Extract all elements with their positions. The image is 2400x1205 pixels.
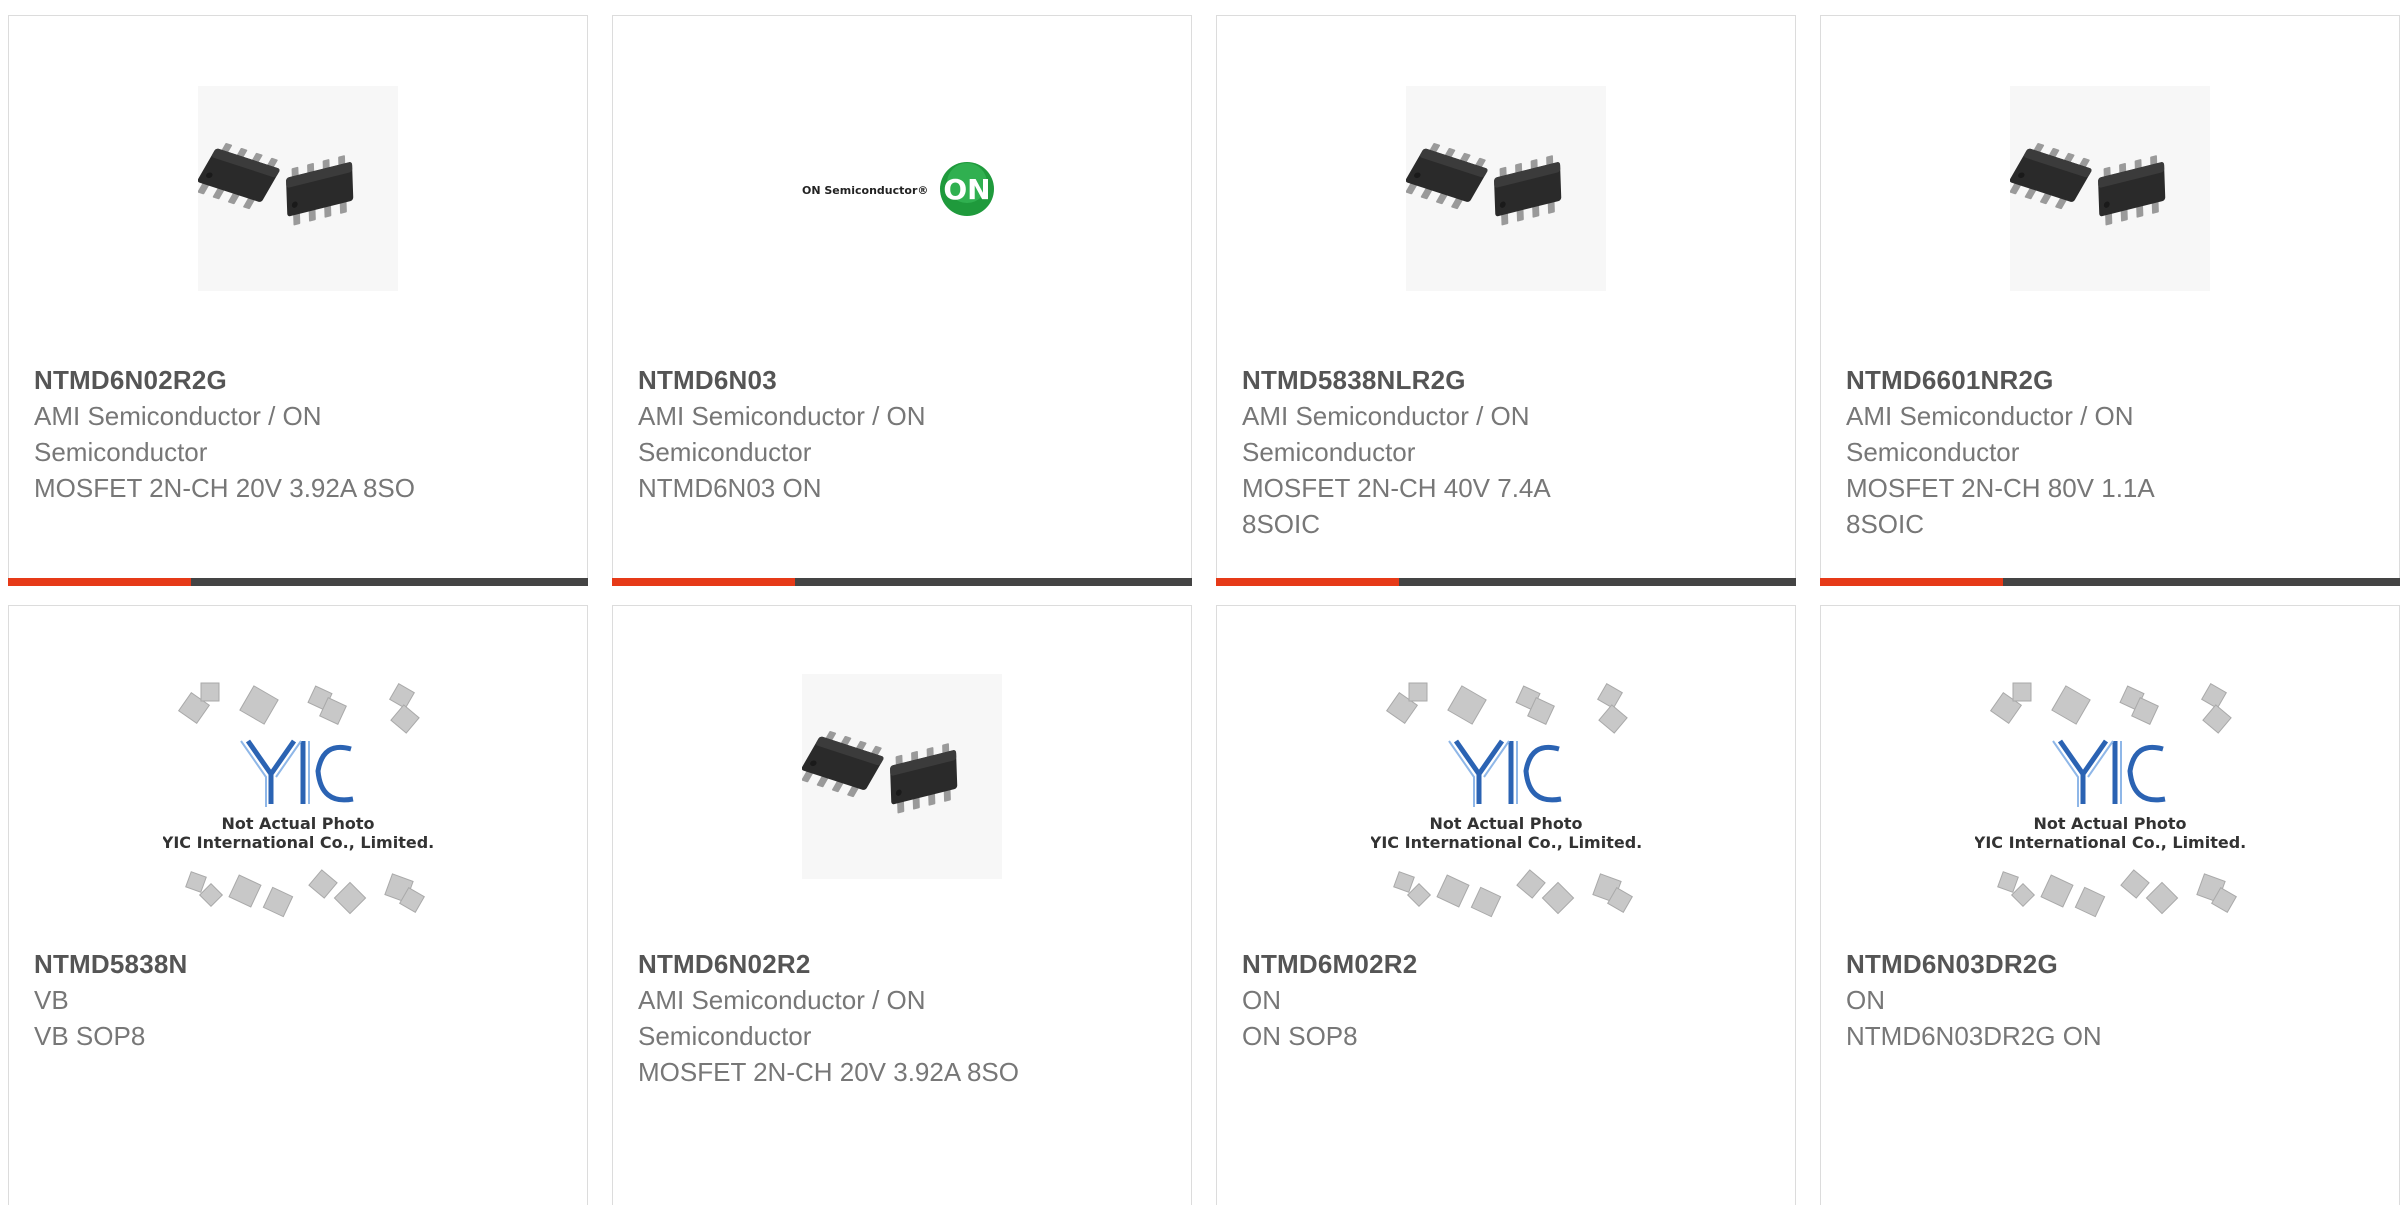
product-card[interactable]: NTMD6N02R2G AMI Semiconductor / ON Semicon…	[8, 15, 588, 586]
card-accent-highlight	[1216, 578, 1399, 586]
chip-photo-icon	[802, 674, 1002, 879]
product-image[interactable]: Not Actual Photo YIC International Co., L…	[1366, 674, 1646, 924]
manufacturer-text: Semiconductor	[34, 437, 208, 467]
part-number-link[interactable]: NTMD5838N	[34, 946, 567, 982]
manufacturer-text: AMI Semiconductor / ON	[638, 985, 926, 1015]
product-image[interactable]: ON Semiconductor® ON	[782, 86, 1022, 291]
card-accent-bar	[8, 578, 588, 586]
chip-photo-icon	[2010, 86, 2210, 291]
product-info: NTMD6N03 AMI Semiconductor / ON Semiconduc…	[638, 362, 1171, 506]
product-card[interactable]: Not Actual Photo YIC International Co., L…	[8, 605, 588, 1205]
svg-text:ON: ON	[943, 173, 990, 206]
product-image[interactable]	[802, 674, 1002, 879]
description-text: ON SOP8	[1242, 1021, 1358, 1051]
description-text: MOSFET 2N-CH 20V 3.92A 8SO	[34, 473, 415, 503]
product-image[interactable]	[2010, 86, 2210, 291]
description-text: 8SOIC	[1846, 509, 1925, 539]
card-accent-highlight	[8, 578, 191, 586]
product-image[interactable]	[198, 86, 398, 291]
description-text: NTMD6N03DR2G ON	[1846, 1021, 2102, 1051]
manufacturer-text: Semiconductor	[638, 437, 812, 467]
part-number-link[interactable]: NTMD6N03DR2G	[1846, 946, 2379, 982]
chip-photo-icon	[1406, 86, 1606, 291]
product-info: NTMD5838NLR2G AMI Semiconductor / ON Semic…	[1242, 362, 1775, 542]
description-text: MOSFET 2N-CH 20V 3.92A 8SO	[638, 1057, 1019, 1087]
card-accent-bar	[612, 578, 1192, 586]
product-image[interactable]: Not Actual Photo YIC International Co., L…	[158, 674, 438, 924]
product-card[interactable]: ON Semiconductor® ON NTMD6N03 AMI Semicondu…	[612, 15, 1192, 586]
manufacturer-text: AMI Semiconductor / ON	[1846, 401, 2134, 431]
svg-text:YIC International Co., Limited: YIC International Co., Limited.	[1975, 833, 2245, 852]
product-card[interactable]: NTMD5838NLR2G AMI Semiconductor / ON Semic…	[1216, 15, 1796, 586]
manufacturer-text: AMI Semiconductor / ON	[1242, 401, 1530, 431]
manufacturer-text: Semiconductor	[1242, 437, 1416, 467]
part-number-link[interactable]: NTMD6N02R2	[638, 946, 1171, 982]
svg-text:Not Actual Photo: Not Actual Photo	[2033, 814, 2186, 833]
description-text: VB SOP8	[34, 1021, 146, 1051]
description-text: MOSFET 2N-CH 40V 7.4A	[1242, 473, 1551, 503]
not-actual-photo-icon: Not Actual PhotoYIC International Co., L…	[1975, 682, 2245, 918]
manufacturer-text: Semiconductor	[638, 1021, 812, 1051]
product-info: NTMD6601NR2G AMI Semiconductor / ON Semico…	[1846, 362, 2379, 542]
manufacturer-text: VB	[34, 985, 69, 1015]
svg-text:ON Semiconductor®: ON Semiconductor®	[802, 184, 928, 197]
part-number-link[interactable]: NTMD5838NLR2G	[1242, 362, 1775, 398]
product-info: NTMD6N03DR2G ON NTMD6N03DR2G ON	[1846, 946, 2379, 1054]
svg-text:Not Actual Photo: Not Actual Photo	[221, 814, 374, 833]
product-info: NTMD6N02R2G AMI Semiconductor / ON Semicon…	[34, 362, 567, 506]
part-number-link[interactable]: NTMD6M02R2	[1242, 946, 1775, 982]
product-info: NTMD6N02R2 AMI Semiconductor / ON Semicond…	[638, 946, 1171, 1090]
part-number-link[interactable]: NTMD6N02R2G	[34, 362, 567, 398]
not-actual-photo-icon: Not Actual PhotoYIC International Co., L…	[163, 682, 433, 918]
manufacturer-text: AMI Semiconductor / ON	[34, 401, 322, 431]
description-text: MOSFET 2N-CH 80V 1.1A	[1846, 473, 2155, 503]
svg-text:YIC International Co., Limited: YIC International Co., Limited.	[1371, 833, 1641, 852]
manufacturer-text: ON	[1242, 985, 1281, 1015]
card-accent-highlight	[612, 578, 795, 586]
manufacturer-text: Semiconductor	[1846, 437, 2020, 467]
product-card[interactable]: Not Actual Photo YIC International Co., L…	[1820, 605, 2400, 1205]
manufacturer-text: ON	[1846, 985, 1885, 1015]
product-info: NTMD6M02R2 ON ON SOP8	[1242, 946, 1775, 1054]
product-card[interactable]: Not Actual Photo YIC International Co., L…	[1216, 605, 1796, 1205]
part-number-link[interactable]: NTMD6601NR2G	[1846, 362, 2379, 398]
product-card[interactable]: NTMD6601NR2G AMI Semiconductor / ON Semico…	[1820, 15, 2400, 586]
manufacturer-text: AMI Semiconductor / ON	[638, 401, 926, 431]
product-card[interactable]: NTMD6N02R2 AMI Semiconductor / ON Semicond…	[612, 605, 1192, 1205]
product-image[interactable]: Not Actual Photo YIC International Co., L…	[1970, 674, 2250, 924]
description-text: 8SOIC	[1242, 509, 1321, 539]
on-semiconductor-logo-icon: ON Semiconductor® ON	[802, 161, 994, 216]
part-number-link[interactable]: NTMD6N03	[638, 362, 1171, 398]
card-accent-highlight	[1820, 578, 2003, 586]
product-image[interactable]	[1406, 86, 1606, 291]
not-actual-photo-icon: Not Actual PhotoYIC International Co., L…	[1371, 682, 1641, 918]
description-text: NTMD6N03 ON	[638, 473, 822, 503]
card-accent-bar	[1216, 578, 1796, 586]
svg-text:Not Actual Photo: Not Actual Photo	[1429, 814, 1582, 833]
chip-photo-icon	[198, 86, 398, 291]
product-info: NTMD5838N VB VB SOP8	[34, 946, 567, 1054]
product-grid: NTMD6N02R2G AMI Semiconductor / ON Semicon…	[0, 0, 2400, 1205]
svg-text:YIC International Co., Limited: YIC International Co., Limited.	[163, 833, 433, 852]
card-accent-bar	[1820, 578, 2400, 586]
